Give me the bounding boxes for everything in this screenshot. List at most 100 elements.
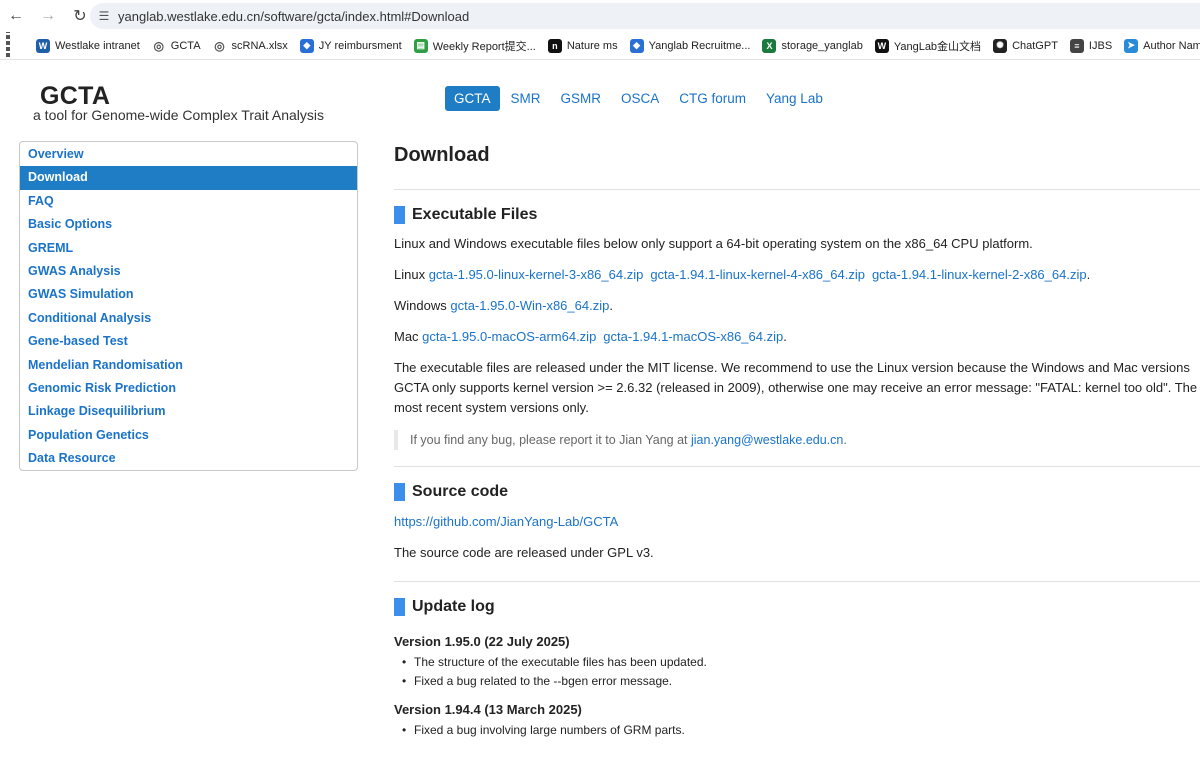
license-paragraph: The executable files are released under … [394,358,1200,418]
wps-icon: W [874,38,889,53]
download-link[interactable]: gcta-1.94.1-macOS-x86_64.zip [603,329,783,344]
excel-icon: X [762,38,777,53]
section-heading-text: Source code [412,483,509,500]
bookmark-item[interactable]: ▤ Weekly Report提交... [413,38,536,54]
main-content: Download Executable Files Linux and Wind… [394,140,1200,740]
bookmark-label: Weekly Report提交... [432,40,536,53]
section-heading-update-log: Update log [394,598,1200,616]
section-heading-text: Update log [412,598,495,615]
sidebar-item-population-genetics[interactable]: Population Genetics [20,424,357,447]
exec-intro: Linux and Windows executable files below… [394,236,1033,251]
version-changes: The structure of the executable files ha… [394,653,1200,690]
sidebar-item-faq[interactable]: FAQ [20,190,357,213]
download-link[interactable]: gcta-1.94.1-linux-kernel-2-x86_64.zip [872,267,1087,282]
sheet-icon: ▤ [413,38,428,53]
period: . [1086,267,1091,282]
address-url[interactable]: yanglab.westlake.edu.cn/software/gcta/in… [118,9,469,24]
nav-link-ctg-forum[interactable]: CTG forum [670,86,755,111]
nature-icon: n [547,38,562,53]
globe-icon: ◎ [214,38,225,53]
sidebar-item-download[interactable]: Download [20,166,357,190]
bookmark-item[interactable]: ◆ Yanglab Recruitme... [629,38,751,53]
bookmark-item[interactable]: W YangLab金山文档 [874,38,981,54]
bookmark-item[interactable]: ≡ IJBS [1069,38,1113,53]
ijbs-icon: ≡ [1069,38,1084,53]
sidebar-item-basic-options[interactable]: Basic Options [20,213,357,236]
version-changes: Fixed a bug involving large numbers of G… [394,721,1200,740]
cube-icon: ◆ [299,38,314,53]
globe-icon: ◎ [153,38,165,53]
site-settings-icon[interactable]: ☰ [90,9,118,23]
sidebar-item-genomic-risk-prediction[interactable]: Genomic Risk Prediction [20,377,357,400]
bookmark-label: storage_yanglab [781,39,863,52]
section-heading-text: Executable Files [412,206,538,223]
download-link[interactable]: gcta-1.95.0-linux-kernel-3-x86_64.zip [429,267,644,282]
divider [394,581,1200,582]
period: . [609,298,613,313]
sidebar-item-gene-based-test[interactable]: Gene-based Test [20,330,357,353]
bookmarks-bar: W Westlake intranet ◎ GCTA ◎ scRNA.xlsx ◆ JY re… [0,32,1200,60]
sidebar-item-linkage-disequilibrium[interactable]: Linkage Disequilibrium [20,400,357,423]
bookmark-label: GCTA [170,39,201,52]
bookmark-item[interactable]: W Westlake intranet [36,38,140,53]
sidebar-item-data-resource[interactable]: Data Resource [20,447,357,470]
bookmark-label: Nature ms [566,39,618,52]
address-bar[interactable]: ☰ yanglab.westlake.edu.cn/software/gcta/… [90,3,1200,29]
divider [394,189,1200,190]
forward-arrow-icon[interactable]: → [32,0,64,32]
change-item: The structure of the executable files ha… [394,653,1200,672]
os-label: Mac [394,329,423,344]
version-title: Version 1.95.0 (22 July 2025) [394,634,570,649]
sidebar-item-overview[interactable]: Overview [20,143,357,166]
sidebar-item-gwas-simulation[interactable]: GWAS Simulation [20,283,357,306]
bookmark-item[interactable]: Xstorage_yanglab [762,38,863,53]
nav-link-gsmr[interactable]: GSMR [552,86,611,111]
mac-downloads: Mac gcta-1.95.0-macOS-arm64.zip gcta-1.94… [394,327,1200,347]
linux-downloads: Linux gcta-1.95.0-linux-kernel-3-x86_64.… [394,265,1200,285]
bookmark-label: JY reimbursment [318,39,402,52]
bookmark-label: scRNA.xlsx [231,39,288,52]
download-link[interactable]: gcta-1.95.0-macOS-arm64.zip [422,329,596,344]
site-subtitle: a tool for Genome-wide Complex Trait Ana… [33,107,325,123]
browser-toolbar: ← → ↻ ☰ yanglab.westlake.edu.cn/software… [0,0,1200,32]
bookmark-item[interactable]: n Nature ms [547,38,618,53]
bookmark-label: IJBS [1088,39,1113,52]
os-label: Windows [394,298,451,313]
apps-grid-icon[interactable] [6,32,10,59]
bookmark-item[interactable]: ◎ GCTA [152,39,201,53]
page-title: Download [394,144,490,166]
update-log-list: Version 1.95.0 (22 July 2025) The structu… [394,634,1200,740]
version-title: Version 1.94.4 (13 March 2025) [394,702,582,717]
sidebar-menu: Overview Download FAQ Basic Options GREML GWA… [19,141,358,471]
bookmark-item[interactable]: ➤ Author Name Esti... [1124,38,1200,53]
os-label: Linux [394,267,429,282]
sidebar-item-mendelian-randomisation[interactable]: Mendelian Randomisation [20,354,357,377]
sidebar-item-gwas-analysis[interactable]: GWAS Analysis [20,260,357,283]
heading-marker [394,206,405,224]
license-line: GCTA only supports kernel version >= 2.6… [394,380,1198,395]
bug-report-end: . [843,433,847,447]
bookmark-label: Author Name Esti... [1143,39,1200,52]
download-link[interactable]: gcta-1.95.0-Win-x86_64.zip [450,298,609,313]
github-link[interactable]: https://github.com/JianYang-Lab/GCTA [394,514,618,529]
nav-link-yang-lab[interactable]: Yang Lab [757,86,832,111]
windows-downloads: Windows gcta-1.95.0-Win-x86_64.zip. [394,296,1200,316]
bug-email-link[interactable]: jian.yang@westlake.edu.cn [691,433,843,447]
bookmark-item[interactable]: ✺ ChatGPT [993,38,1058,53]
bookmark-item[interactable]: ◎ scRNA.xlsx [213,38,288,53]
nav-link-osca[interactable]: OSCA [612,86,668,111]
nav-link-smr[interactable]: SMR [502,86,550,111]
bookmark-label: Yanglab Recruitme... [648,39,751,52]
sidebar-item-greml[interactable]: GREML [20,237,357,260]
westlake-icon: W [36,38,50,53]
chatgpt-icon: ✺ [993,38,1008,53]
bookmark-item[interactable]: ◆ JY reimbursment [299,38,402,53]
nav-link-gcta[interactable]: GCTA [445,86,500,111]
bookmarks-list: W Westlake intranet ◎ GCTA ◎ scRNA.xlsx ◆ JY re… [36,38,1200,54]
download-link[interactable]: gcta-1.94.1-linux-kernel-4-x86_64.zip [650,267,865,282]
heading-marker [394,598,405,616]
bird-icon: ➤ [1124,38,1139,53]
license-line: most recent system versions only. [394,400,589,415]
sidebar-item-conditional-analysis[interactable]: Conditional Analysis [20,307,357,330]
back-arrow-icon[interactable]: ← [0,0,32,32]
